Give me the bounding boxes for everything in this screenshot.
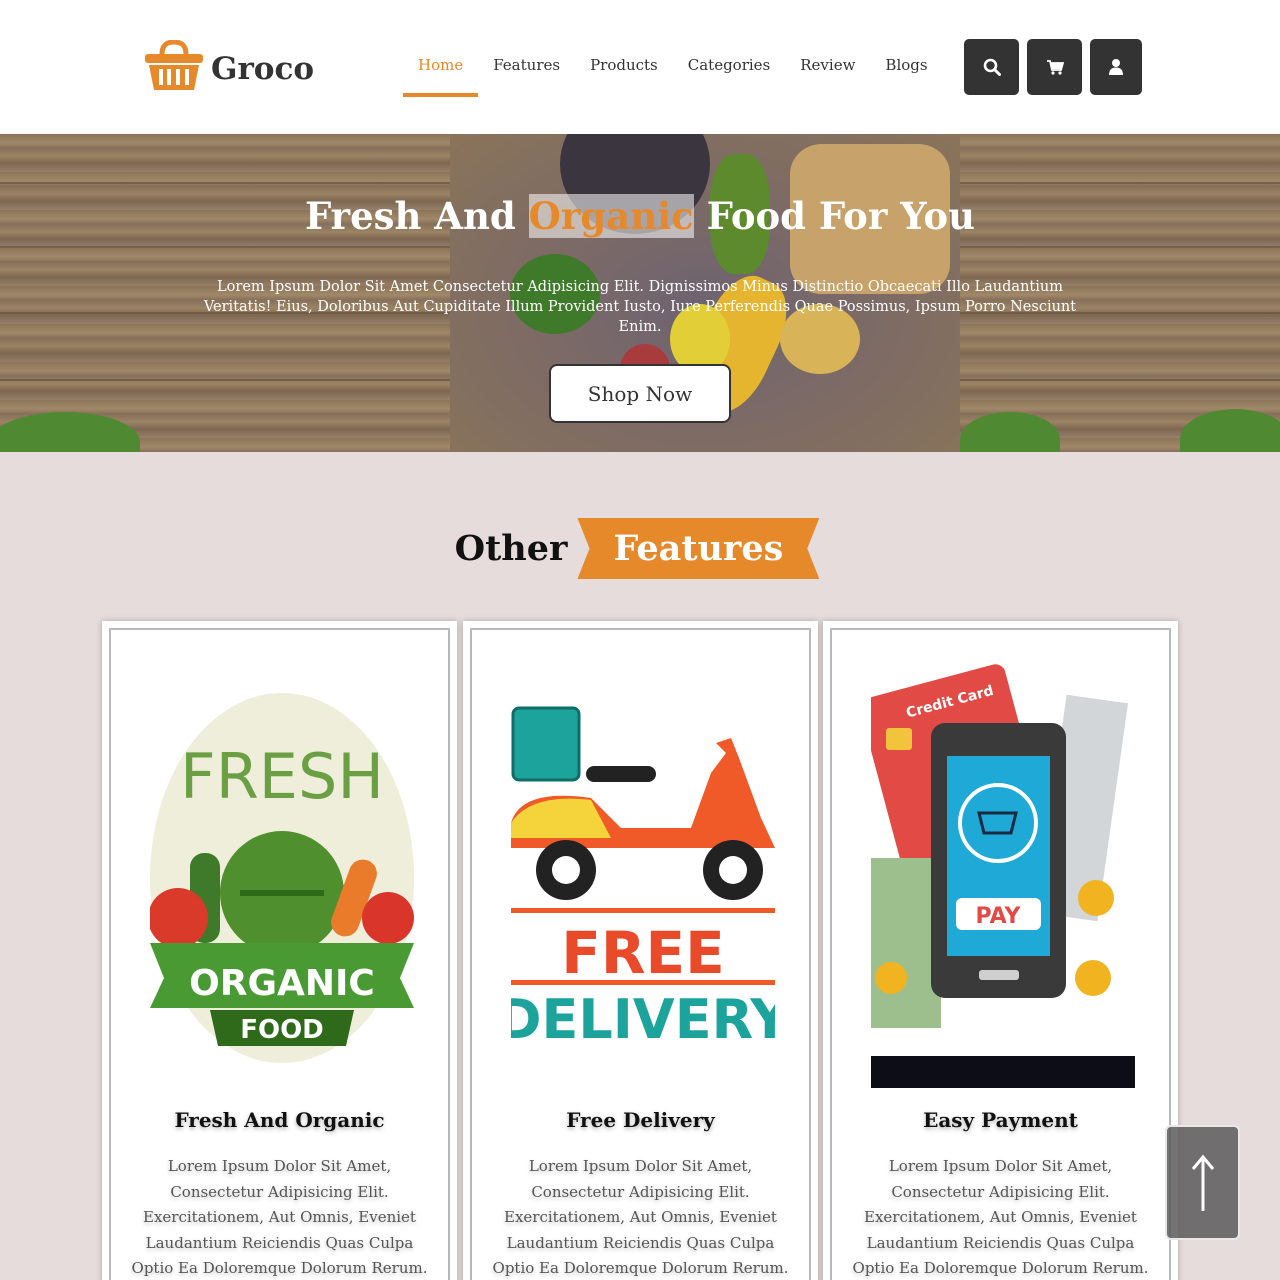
organic-text: ORGANIC [189, 963, 375, 1004]
arrow-up-icon [1191, 1154, 1214, 1211]
nav-categories[interactable]: Categories [673, 40, 786, 97]
basket-icon [145, 40, 203, 90]
nav-blogs[interactable]: Blogs [870, 40, 942, 97]
heading-plain: Other [454, 528, 568, 569]
hero-banner: Fresh And Organic Food For You Lorem Ips… [0, 134, 1280, 452]
site-header: Groco Home Features Products Categories … [0, 0, 1280, 134]
feature-card-delivery: FREE DELIVERY Free Delivery Lorem Ipsum … [463, 621, 818, 1280]
search-icon [983, 58, 1001, 76]
logo[interactable]: Groco [145, 40, 314, 92]
hero-title-highlight: Organic [528, 194, 694, 238]
hero-description: Lorem Ipsum Dolor Sit Amet Consectetur A… [203, 279, 1077, 335]
hero-title-start: Fresh And [304, 194, 529, 238]
scroll-to-top-button[interactable] [1165, 1125, 1240, 1240]
feature-card-fresh: FRESH ORGANIC FOOD Fresh And Organic Lor… [102, 621, 457, 1280]
feature-card-payment: Credit Card PAY Easy Payment Lorem Ipsum… [823, 621, 1178, 1280]
brand-name: Groco [211, 51, 315, 87]
nav-review[interactable]: Review [785, 40, 870, 97]
pay-text: PAY [976, 904, 1022, 929]
fresh-text: FRESH [180, 740, 384, 813]
card-description: Lorem Ipsum Dolor Sit Amet, Consectetur … [492, 1157, 789, 1277]
free-delivery-image: FREE DELIVERY [511, 706, 775, 1051]
cart-button[interactable] [1027, 39, 1082, 95]
card-title: Easy Payment [923, 1108, 1078, 1132]
nav-home[interactable]: Home [403, 40, 479, 97]
easy-payment-image: Credit Card PAY [871, 664, 1135, 1088]
nav-products[interactable]: Products [575, 40, 673, 97]
heading-badge: Features [577, 518, 820, 579]
card-description: Lorem Ipsum Dolor Sit Amet, Consectetur … [131, 1157, 428, 1277]
user-icon [1109, 59, 1123, 75]
card-title: Fresh And Organic [174, 1108, 385, 1132]
search-button[interactable] [964, 39, 1019, 95]
food-text: FOOD [240, 1015, 324, 1045]
user-button[interactable] [1090, 39, 1142, 95]
hero-title-end: Food For You [693, 194, 975, 238]
main-nav: Home Features Products Categories Review… [403, 40, 943, 97]
card-description: Lorem Ipsum Dolor Sit Amet, Consectetur … [852, 1157, 1149, 1277]
delivery-text: DELIVERY [511, 988, 775, 1051]
card-title: Free Delivery [566, 1108, 715, 1132]
features-heading: Other Features [0, 518, 1280, 579]
shop-now-button[interactable]: Shop Now [549, 364, 731, 423]
hero-title: Fresh And Organic Food For You [0, 194, 1280, 238]
free-text: FREE [561, 919, 725, 987]
cart-icon [1046, 60, 1064, 75]
fresh-organic-image: FRESH ORGANIC FOOD [150, 693, 414, 1063]
nav-features[interactable]: Features [478, 40, 575, 97]
